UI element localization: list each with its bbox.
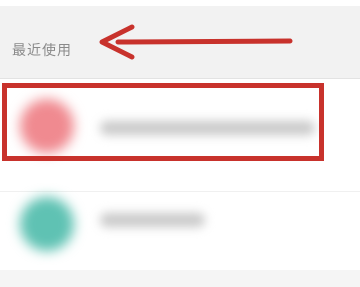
recent-section-header: 最近使用 [0,6,360,78]
avatar [20,197,74,251]
recent-list [0,79,360,270]
recent-section-title: 最近使用 [12,43,72,59]
recent-list-item-content [0,79,360,270]
item-name-blurred [100,213,205,227]
